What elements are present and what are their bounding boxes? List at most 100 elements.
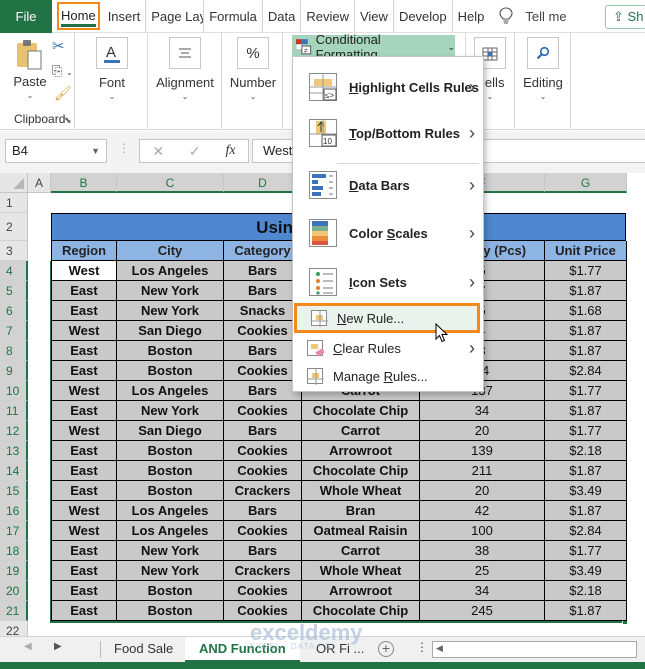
table-cell[interactable]: Los Angeles bbox=[117, 261, 224, 281]
table-cell[interactable]: Cookies bbox=[224, 601, 302, 621]
table-header-cell[interactable]: Category bbox=[224, 241, 302, 261]
row-header-2[interactable]: 2 bbox=[0, 213, 28, 241]
table-cell[interactable]: East bbox=[51, 481, 117, 501]
table-cell[interactable]: East bbox=[51, 441, 117, 461]
table-cell[interactable]: $1.87 bbox=[545, 321, 627, 341]
table-cell[interactable]: West bbox=[51, 261, 117, 281]
scroll-left-icon[interactable]: ◀ bbox=[436, 643, 443, 654]
column-header-c[interactable]: C bbox=[117, 173, 224, 193]
menu-item-highlight-cells-rules[interactable]: ≤> Highlight Cells Rules › bbox=[293, 69, 483, 105]
table-cell[interactable]: 139 bbox=[420, 441, 545, 461]
table-cell[interactable]: Arrowroot bbox=[302, 441, 420, 461]
row-header-21[interactable]: 21 bbox=[0, 601, 28, 621]
row-header-8[interactable]: 8 bbox=[0, 341, 28, 361]
table-cell[interactable]: Los Angeles bbox=[117, 521, 224, 541]
table-cell[interactable]: East bbox=[51, 541, 117, 561]
font-button[interactable]: A Font ⌄ bbox=[87, 37, 137, 101]
row-header-18[interactable]: 18 bbox=[0, 541, 28, 561]
table-cell[interactable]: New York bbox=[117, 561, 224, 581]
table-cell[interactable]: Chocolate Chip bbox=[302, 401, 420, 421]
copy-icon[interactable]: ⎘ ⌄ bbox=[52, 63, 73, 79]
table-cell[interactable]: 20 bbox=[420, 421, 545, 441]
table-cell[interactable]: 211 bbox=[420, 461, 545, 481]
table-cell[interactable]: Chocolate Chip bbox=[302, 601, 420, 621]
splitter-handle[interactable]: ⋮ bbox=[118, 141, 130, 155]
row-header-20[interactable]: 20 bbox=[0, 581, 28, 601]
share-button[interactable]: ⇪ Sh bbox=[605, 5, 645, 29]
table-cell[interactable]: $1.77 bbox=[545, 541, 627, 561]
scroll-left-icon[interactable]: ◀ bbox=[24, 641, 32, 652]
row-header-22[interactable]: 22 bbox=[0, 621, 28, 636]
table-cell[interactable]: Oatmeal Raisin bbox=[302, 521, 420, 541]
table-cell[interactable]: Cookies bbox=[224, 361, 302, 381]
table-cell[interactable]: Bars bbox=[224, 501, 302, 521]
format-painter-icon[interactable]: 🖌 bbox=[54, 85, 72, 102]
number-button[interactable]: % Number ⌄ bbox=[227, 37, 279, 101]
table-cell[interactable]: New York bbox=[117, 541, 224, 561]
enter-icon[interactable]: ✓ bbox=[189, 143, 201, 160]
table-cell[interactable]: 34 bbox=[420, 401, 545, 421]
tab-home[interactable]: Home bbox=[57, 2, 100, 30]
table-cell[interactable]: Crackers bbox=[224, 561, 302, 581]
tab-file[interactable]: File bbox=[0, 0, 52, 33]
table-cell[interactable]: Whole Wheat bbox=[302, 481, 420, 501]
table-cell[interactable]: $1.87 bbox=[545, 501, 627, 521]
table-cell[interactable]: Los Angeles bbox=[117, 381, 224, 401]
table-cell[interactable]: Chocolate Chip bbox=[302, 461, 420, 481]
menu-item-data-bars[interactable]: Data Bars › bbox=[293, 167, 483, 203]
table-cell[interactable]: East bbox=[51, 601, 117, 621]
table-cell[interactable]: $3.49 bbox=[545, 481, 627, 501]
table-cell[interactable]: West bbox=[51, 521, 117, 541]
table-cell[interactable]: Bran bbox=[302, 501, 420, 521]
table-cell[interactable]: Bars bbox=[224, 381, 302, 401]
column-header-g[interactable]: G bbox=[545, 173, 627, 193]
menu-item-manage-rules[interactable]: Manage Rules... bbox=[293, 363, 483, 389]
select-all-button[interactable] bbox=[0, 173, 28, 193]
alignment-button[interactable]: Alignment ⌄ bbox=[150, 37, 220, 101]
cut-icon[interactable]: ✂ bbox=[52, 37, 65, 55]
row-header-9[interactable]: 9 bbox=[0, 361, 28, 381]
tab-help[interactable]: Help bbox=[453, 0, 490, 33]
menu-item-top-bottom-rules[interactable]: 10 Top/Bottom Rules › bbox=[293, 115, 483, 151]
table-cell[interactable]: $1.87 bbox=[545, 601, 627, 621]
add-sheet-button[interactable]: + bbox=[378, 641, 394, 657]
table-cell[interactable]: Boston bbox=[117, 601, 224, 621]
table-cell[interactable]: West bbox=[51, 421, 117, 441]
table-cell[interactable]: Carrot bbox=[302, 541, 420, 561]
tell-me-search[interactable]: Tell me bbox=[499, 7, 567, 25]
table-cell[interactable]: Snacks bbox=[224, 301, 302, 321]
table-cell[interactable]: Bars bbox=[224, 341, 302, 361]
table-cell[interactable]: $1.87 bbox=[545, 461, 627, 481]
row-header-3[interactable]: 3 bbox=[0, 241, 28, 261]
menu-item-clear-rules[interactable]: Clear Rules › bbox=[293, 337, 483, 359]
table-cell[interactable]: West bbox=[51, 321, 117, 341]
cancel-icon[interactable]: ✕ bbox=[152, 143, 164, 160]
dialog-launcher-icon[interactable]: ⬊ bbox=[64, 115, 72, 126]
row-header-12[interactable]: 12 bbox=[0, 421, 28, 441]
menu-item-new-rule[interactable]: New Rule... bbox=[294, 303, 480, 333]
row-header-1[interactable]: 1 bbox=[0, 193, 28, 213]
table-cell[interactable]: 100 bbox=[420, 521, 545, 541]
table-cell[interactable]: 245 bbox=[420, 601, 545, 621]
table-cell[interactable]: Bars bbox=[224, 261, 302, 281]
table-cell[interactable]: East bbox=[51, 301, 117, 321]
table-cell[interactable]: $1.77 bbox=[545, 421, 627, 441]
table-cell[interactable]: 25 bbox=[420, 561, 545, 581]
table-cell[interactable]: West bbox=[51, 381, 117, 401]
table-cell[interactable]: Boston bbox=[117, 361, 224, 381]
tab-insert[interactable]: Insert bbox=[103, 0, 147, 33]
table-cell[interactable]: 20 bbox=[420, 481, 545, 501]
row-header-6[interactable]: 6 bbox=[0, 301, 28, 321]
table-header-cell[interactable]: Unit Price bbox=[545, 241, 627, 261]
table-cell[interactable]: $3.49 bbox=[545, 561, 627, 581]
row-header-11[interactable]: 11 bbox=[0, 401, 28, 421]
table-cell[interactable]: New York bbox=[117, 301, 224, 321]
splitter-handle[interactable]: ⋮ bbox=[416, 640, 428, 654]
table-cell[interactable]: East bbox=[51, 281, 117, 301]
column-header-a[interactable]: A bbox=[28, 173, 51, 193]
table-cell[interactable]: $1.77 bbox=[545, 381, 627, 401]
table-cell[interactable]: Boston bbox=[117, 441, 224, 461]
horizontal-scrollbar[interactable]: ◀ bbox=[432, 641, 637, 658]
insert-function-icon[interactable]: fx bbox=[225, 143, 235, 159]
tab-view[interactable]: View bbox=[355, 0, 394, 33]
